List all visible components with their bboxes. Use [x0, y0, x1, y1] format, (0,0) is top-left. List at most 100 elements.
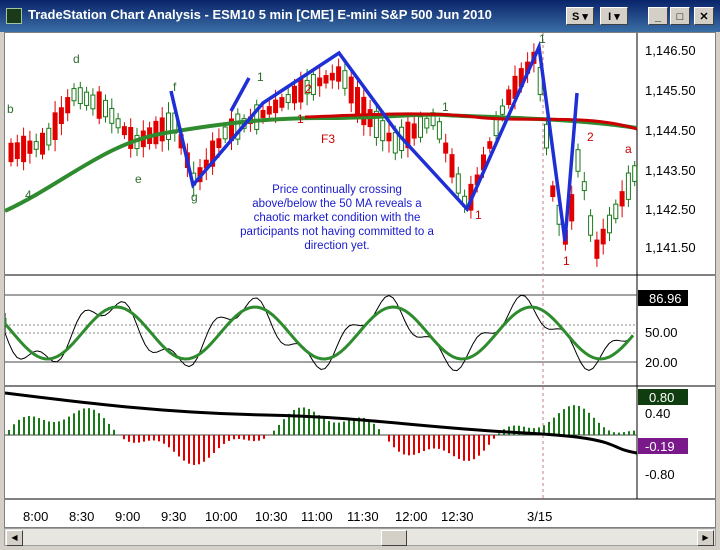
price-bar	[449, 154, 455, 178]
time-tick: 10:00	[205, 509, 238, 524]
macd-down-value: -0.19	[645, 439, 675, 454]
price-bar	[336, 66, 342, 82]
price-bar	[14, 142, 20, 160]
price-bar	[266, 106, 272, 115]
price-bar	[222, 126, 228, 140]
price-bar	[361, 96, 367, 126]
price-bar	[298, 78, 304, 103]
time-tick: 9:00	[115, 509, 140, 524]
stoch-level: 20.00	[645, 355, 678, 370]
price-bar	[487, 141, 493, 149]
stoch-level: 50.00	[645, 325, 678, 340]
price-tick: 1,142.50	[645, 202, 696, 217]
window-title: TradeStation Chart Analysis - ESM10 5 mi…	[28, 7, 492, 22]
price-bar	[40, 132, 45, 155]
price-bar	[121, 126, 127, 136]
stochastic-axis: 86.96 50.00 20.00	[638, 290, 688, 370]
tradestation-app-icon	[6, 8, 22, 24]
price-bar	[58, 107, 64, 125]
macd-up-value: 0.80	[649, 390, 674, 405]
price-bar	[588, 215, 594, 236]
macd-axis: 0.80 0.40 -0.19 -0.80	[638, 389, 688, 482]
chart-window: TradeStation Chart Analysis - ESM10 5 mi…	[0, 0, 720, 550]
price-bar	[613, 203, 619, 220]
price-tick: 1,143.50	[645, 163, 696, 178]
price-bar	[103, 99, 108, 118]
price-bar	[392, 132, 398, 154]
close-button[interactable]: ✕	[694, 7, 714, 25]
price-bar	[436, 121, 442, 140]
price-axis: 1,146.50 1,145.50 1,144.50 1,143.50 1,14…	[645, 43, 696, 255]
wave-label: 2	[305, 82, 312, 96]
price-bar	[499, 105, 505, 115]
price-bar	[581, 181, 587, 192]
price-bar	[575, 149, 581, 172]
annotation-text: Price continually crossing above/below t…	[240, 184, 434, 252]
price-tick: 1,146.50	[645, 43, 696, 58]
price-bar	[21, 135, 27, 163]
horizontal-scrollbar[interactable]: ◀ ▶	[4, 528, 716, 546]
time-tick: 3/15	[527, 509, 552, 524]
price-bar	[607, 214, 612, 234]
price-bar	[355, 87, 360, 114]
wave-label: 1	[297, 112, 304, 126]
time-tick: 10:30	[255, 509, 288, 524]
price-bar	[550, 185, 556, 198]
scroll-thumb[interactable]	[381, 530, 407, 546]
s-menu-button[interactable]: S ▾	[566, 7, 594, 25]
price-bar	[27, 140, 33, 154]
price-bar	[159, 117, 165, 142]
time-tick: 11:00	[301, 509, 333, 524]
price-bar	[90, 94, 96, 110]
price-bar	[260, 109, 266, 119]
i-menu-button[interactable]: I ▾	[600, 7, 628, 25]
stoch-current-value: 86.96	[649, 291, 682, 306]
price-bar	[329, 72, 335, 81]
scroll-left-arrow-icon[interactable]: ◀	[6, 530, 23, 546]
wave-label: 4	[25, 188, 32, 202]
price-tick: 1,144.50	[645, 123, 696, 138]
price-bar	[380, 120, 386, 142]
wave-label: 1	[539, 33, 546, 46]
price-tick: 1,141.50	[645, 240, 696, 255]
price-bar	[65, 97, 71, 114]
price-bar	[292, 85, 297, 104]
price-bar	[443, 142, 449, 154]
time-tick: 11:30	[347, 509, 379, 524]
price-bar	[594, 239, 600, 259]
price-bar	[342, 70, 348, 89]
maximize-button[interactable]: □	[670, 7, 690, 25]
wave-label: b	[7, 102, 14, 116]
time-axis: 8:00 8:30 9:00 9:30 10:00 10:30 11:00 11…	[23, 509, 552, 524]
price-bar	[96, 91, 102, 119]
time-tick: 9:30	[161, 509, 186, 524]
wave-label: 1	[475, 208, 482, 222]
price-bar	[544, 123, 549, 149]
price-bar	[625, 172, 631, 200]
price-chart-svg: 1,146.50 1,145.50 1,144.50 1,143.50 1,14…	[3, 32, 715, 524]
macd-level: -0.80	[645, 467, 675, 482]
price-bar	[109, 108, 115, 124]
title-bar: TradeStation Chart Analysis - ESM10 5 mi…	[0, 0, 720, 32]
price-bar	[455, 173, 461, 194]
price-bar	[84, 91, 90, 106]
price-bar	[386, 132, 392, 142]
wave-line	[229, 77, 251, 112]
minimize-button[interactable]: _	[648, 7, 668, 25]
time-tick: 8:00	[23, 509, 48, 524]
time-tick: 12:00	[395, 509, 428, 524]
wave-label: F3	[321, 132, 335, 146]
chart-area[interactable]: 1,146.50 1,145.50 1,144.50 1,143.50 1,14…	[3, 32, 716, 528]
wave-label: d	[73, 52, 80, 66]
price-bar	[285, 94, 291, 103]
price-bar	[632, 165, 638, 182]
wave-label: a	[625, 142, 632, 156]
price-bar	[619, 191, 625, 207]
price-bar	[273, 99, 279, 114]
price-bar	[216, 138, 222, 149]
price-bar	[52, 112, 58, 140]
price-bar	[418, 116, 423, 138]
scroll-right-arrow-icon[interactable]: ▶	[697, 530, 714, 546]
price-bar	[493, 119, 499, 137]
ma-50-line	[304, 112, 638, 131]
